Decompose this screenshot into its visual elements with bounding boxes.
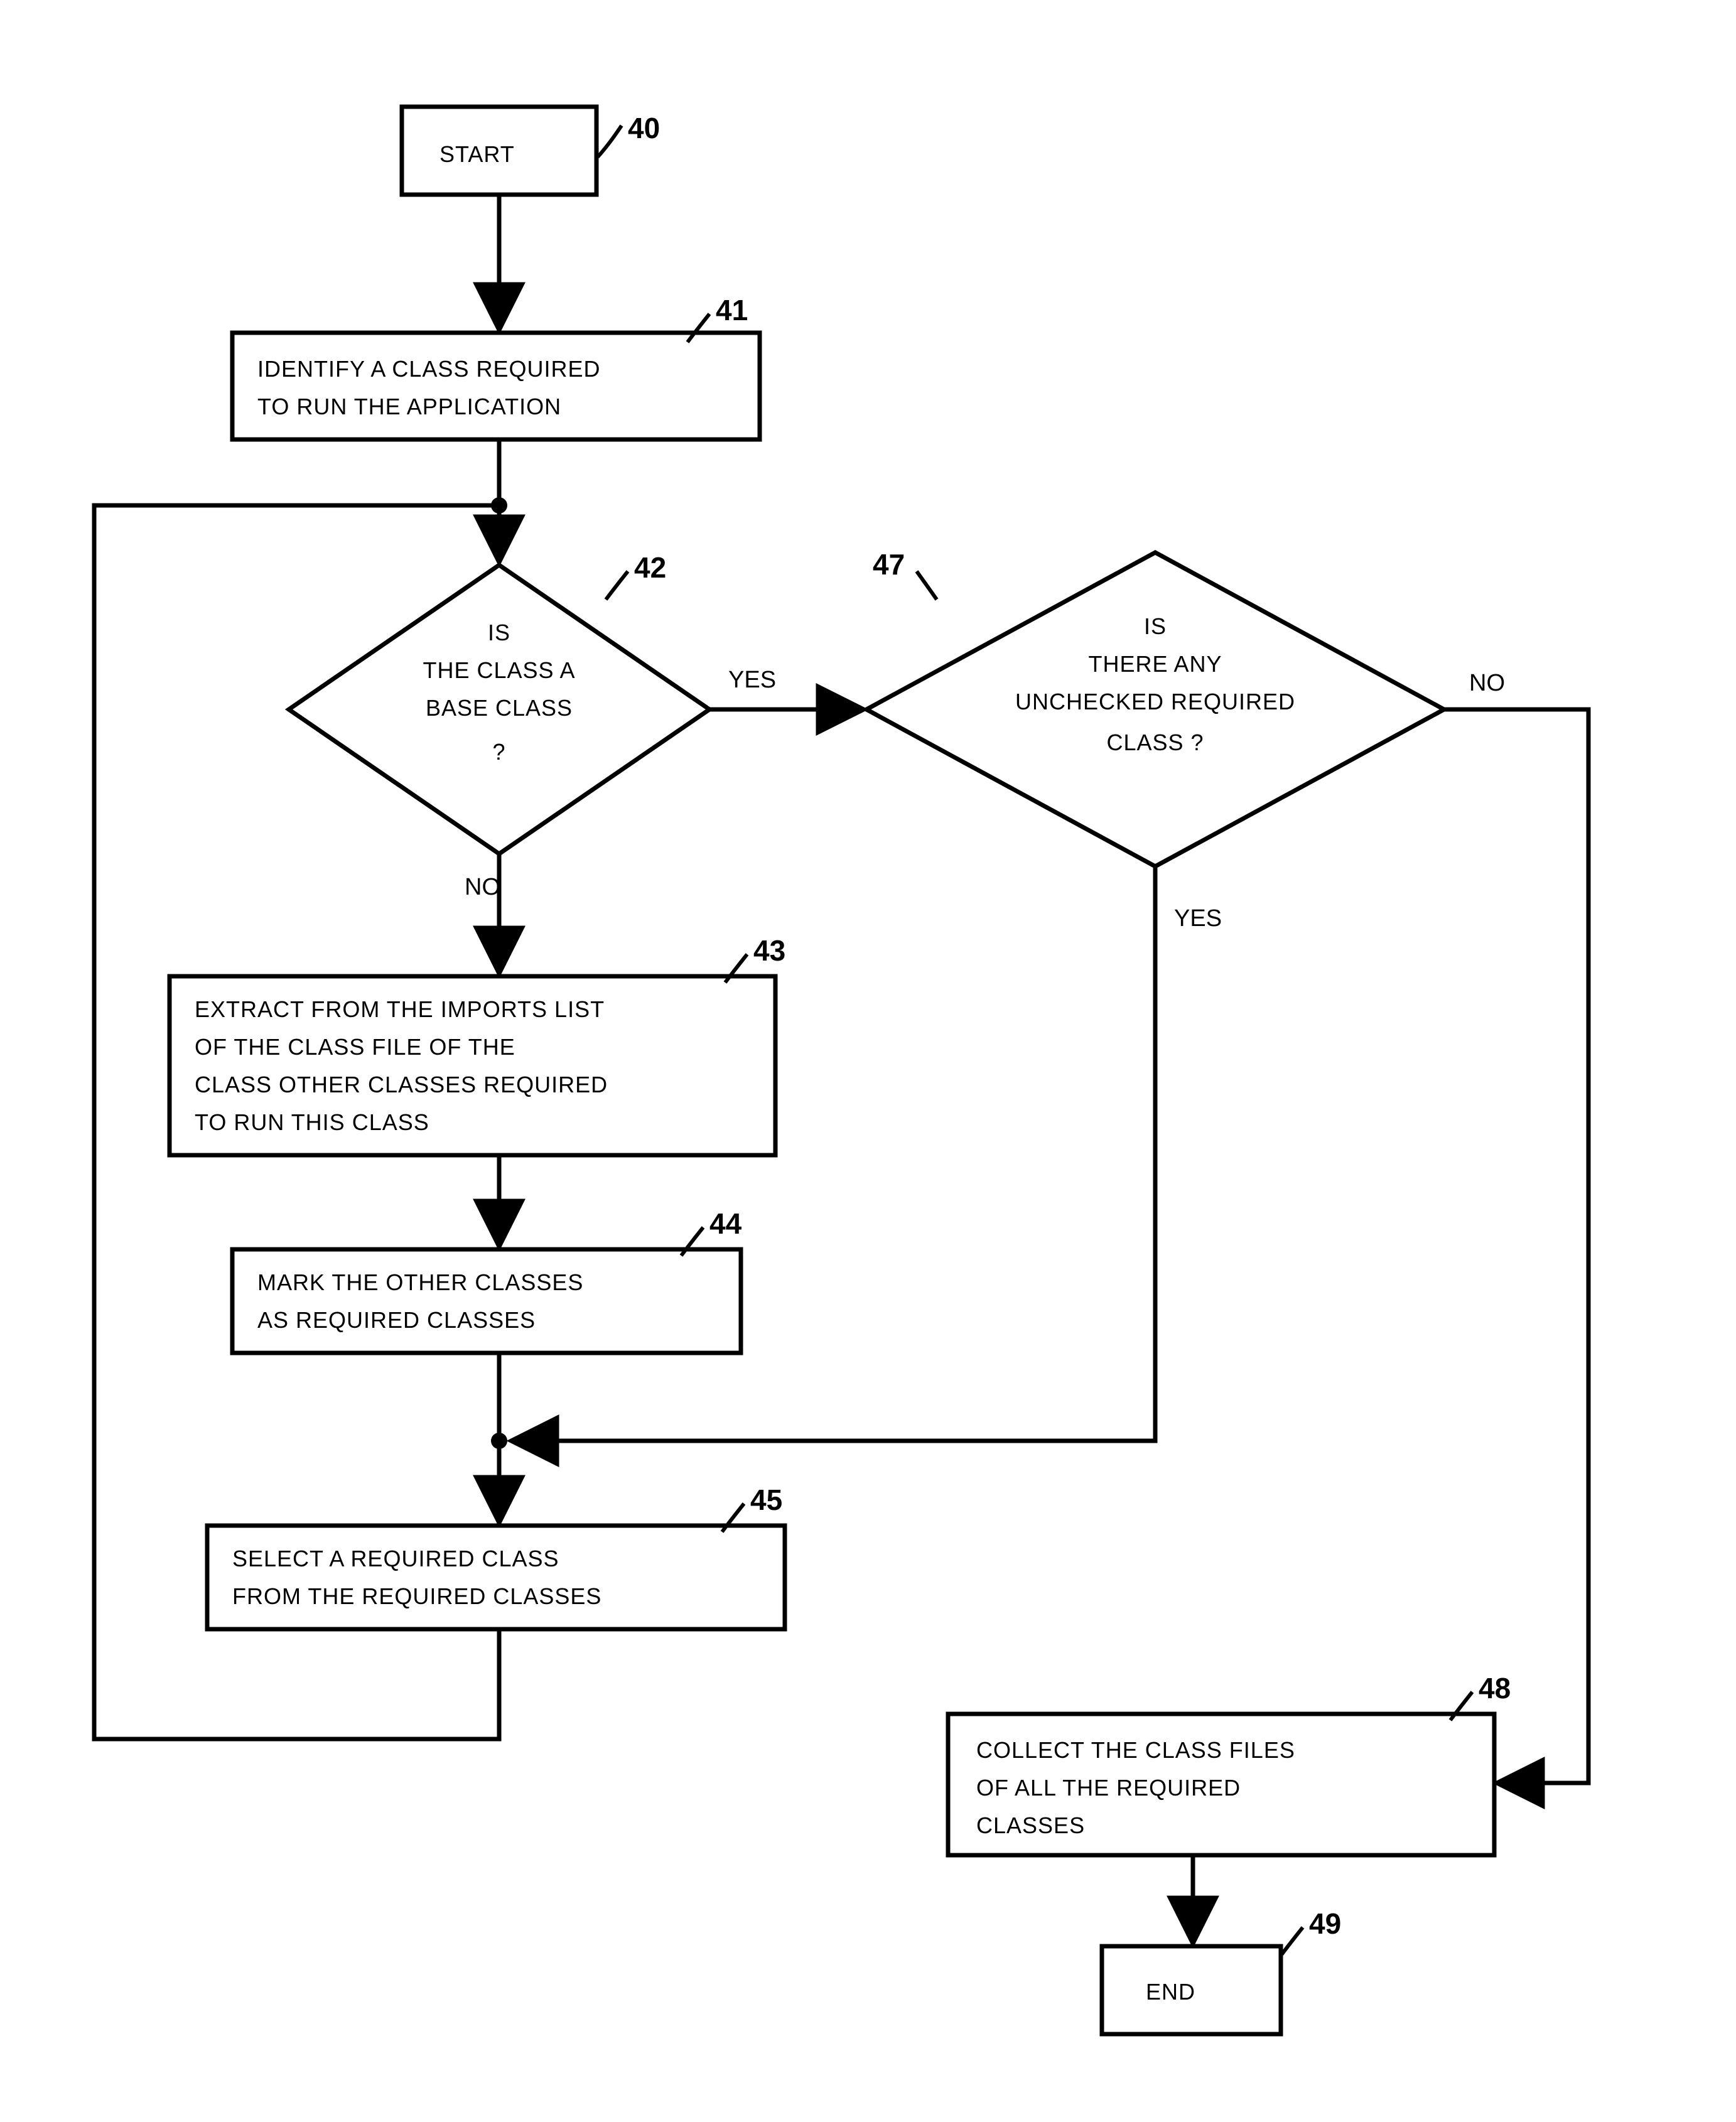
unchecked-line2: THERE ANY [1088, 651, 1222, 677]
end-text: END [1146, 1979, 1195, 2005]
unchecked-line1: IS [1144, 613, 1167, 639]
node-identify: IDENTIFY A CLASS REQUIRED TO RUN THE APP… [232, 294, 760, 439]
node-mark: MARK THE OTHER CLASSES AS REQUIRED CLASS… [232, 1207, 742, 1353]
node-select: SELECT A REQUIRED CLASS FROM THE REQUIRE… [207, 1484, 785, 1629]
start-text: START [439, 141, 515, 167]
node-base-class: IS THE CLASS A BASE CLASS ? 42 [289, 551, 709, 854]
unchecked-line3: UNCHECKED REQUIRED [1015, 689, 1295, 714]
edge-unchecked-no [1444, 709, 1588, 1783]
ref-41: 41 [716, 294, 748, 326]
baseclass-yes-label: YES [728, 667, 776, 693]
select-line1: SELECT A REQUIRED CLASS [232, 1546, 559, 1571]
mark-line1: MARK THE OTHER CLASSES [257, 1269, 583, 1295]
identify-line2: TO RUN THE APPLICATION [257, 394, 561, 419]
extract-line4: TO RUN THIS CLASS [195, 1109, 429, 1135]
baseclass-line3: BASE CLASS [426, 695, 573, 721]
identify-line1: IDENTIFY A CLASS REQUIRED [257, 356, 600, 382]
ref-40: 40 [628, 112, 660, 144]
collect-line3: CLASSES [976, 1812, 1085, 1838]
baseclass-line2: THE CLASS A [423, 657, 575, 683]
ref-42: 42 [634, 551, 666, 584]
baseclass-line1: IS [488, 620, 510, 645]
extract-line1: EXTRACT FROM THE IMPORTS LIST [195, 996, 605, 1022]
ref-47: 47 [873, 548, 905, 581]
unchecked-line4: CLASS ? [1106, 730, 1204, 755]
extract-line2: OF THE CLASS FILE OF THE [195, 1034, 515, 1060]
node-start: START 40 [402, 107, 660, 195]
extract-line3: CLASS OTHER CLASSES REQUIRED [195, 1072, 608, 1097]
ref-45: 45 [750, 1484, 782, 1516]
node-end: END 49 [1102, 1907, 1341, 2034]
ref-44: 44 [709, 1207, 742, 1240]
mark-line2: AS REQUIRED CLASSES [257, 1307, 536, 1333]
node-collect: COLLECT THE CLASS FILES OF ALL THE REQUI… [948, 1672, 1511, 1855]
node-extract: EXTRACT FROM THE IMPORTS LIST OF THE CLA… [170, 934, 785, 1155]
node-unchecked: IS THERE ANY UNCHECKED REQUIRED CLASS ? … [866, 548, 1444, 866]
baseclass-line4: ? [492, 739, 505, 765]
baseclass-no-label: NO [465, 874, 500, 900]
unchecked-yes-label: YES [1174, 905, 1222, 932]
unchecked-no-label: NO [1469, 670, 1505, 696]
collect-line1: COLLECT THE CLASS FILES [976, 1737, 1295, 1763]
ref-49: 49 [1309, 1907, 1341, 1940]
flowchart: START 40 IDENTIFY A CLASS REQUIRED TO RU… [0, 0, 1736, 2122]
select-line2: FROM THE REQUIRED CLASSES [232, 1583, 601, 1609]
ref-48: 48 [1479, 1672, 1511, 1705]
ref-43: 43 [753, 934, 785, 967]
collect-line2: OF ALL THE REQUIRED [976, 1775, 1241, 1801]
